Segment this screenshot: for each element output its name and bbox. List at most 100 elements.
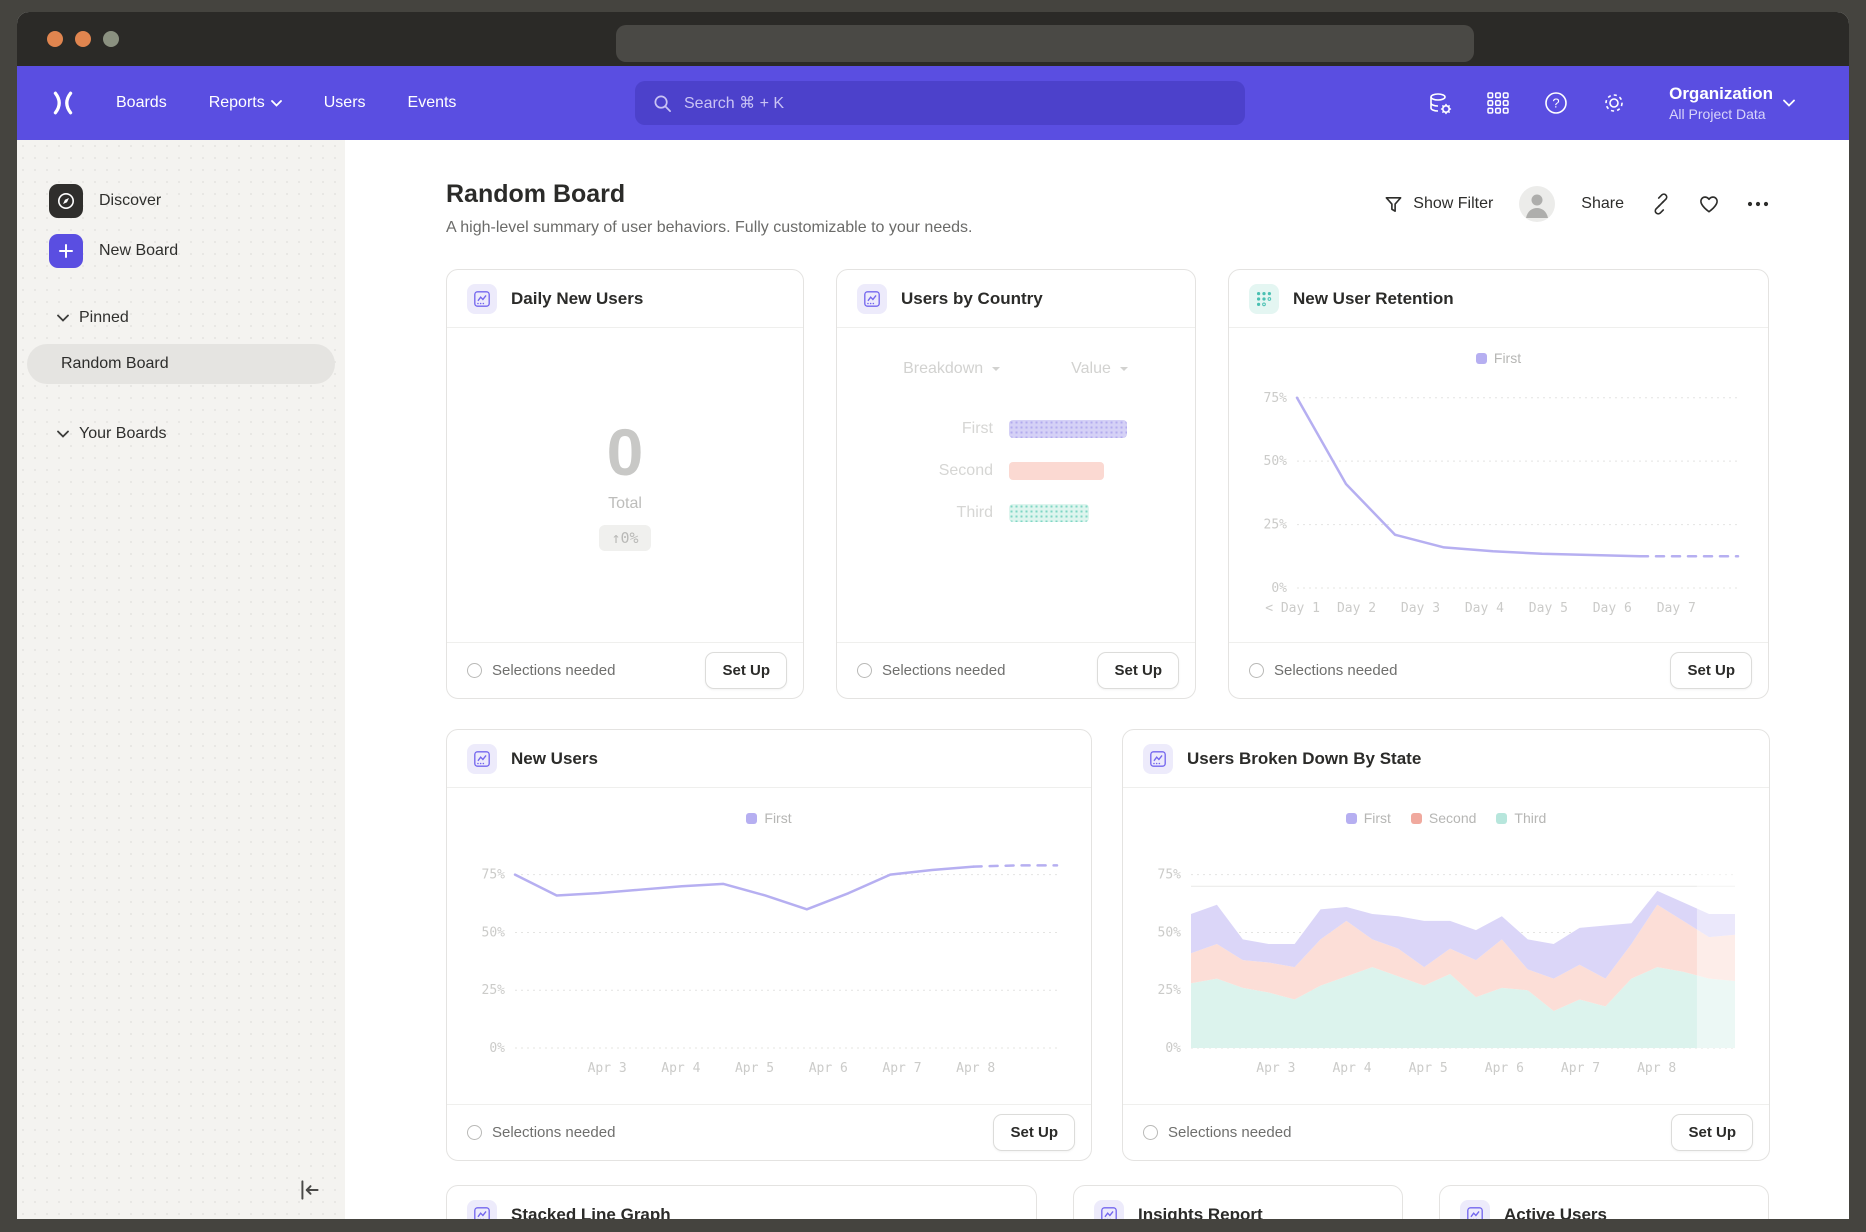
navbar-right-cluster: ? Organization All Project Data bbox=[1427, 84, 1795, 122]
status-circle-icon bbox=[1143, 1125, 1158, 1140]
bar-row: First bbox=[837, 408, 1195, 450]
card-title: Active Users bbox=[1504, 1205, 1607, 1219]
svg-text:Day 4: Day 4 bbox=[1465, 601, 1504, 616]
breakdown-dropdown[interactable]: Breakdown bbox=[903, 360, 1001, 378]
svg-text:50%: 50% bbox=[1264, 454, 1288, 469]
svg-text:Apr 4: Apr 4 bbox=[1332, 1061, 1371, 1076]
org-switcher[interactable]: Organization All Project Data bbox=[1669, 84, 1795, 122]
window-minimize-button[interactable] bbox=[75, 31, 91, 47]
svg-text:Day 5: Day 5 bbox=[1529, 601, 1568, 616]
share-button[interactable]: Share bbox=[1581, 195, 1624, 213]
cards-grid: Daily New Users 0 Total ↑0% Selections n… bbox=[446, 269, 1770, 1219]
sidebar-item-discover[interactable]: Discover bbox=[17, 184, 345, 218]
status-circle-icon bbox=[467, 663, 482, 678]
mixpanel-logo-icon[interactable] bbox=[50, 90, 76, 116]
svg-text:Apr 7: Apr 7 bbox=[882, 1061, 921, 1076]
svg-text:75%: 75% bbox=[1264, 391, 1288, 406]
set-up-button[interactable]: Set Up bbox=[993, 1114, 1075, 1151]
svg-text:Day 2: Day 2 bbox=[1337, 601, 1376, 616]
set-up-button[interactable]: Set Up bbox=[1097, 652, 1179, 689]
nav-menu: Boards Reports Users Events bbox=[116, 94, 456, 112]
svg-text:Apr 3: Apr 3 bbox=[588, 1061, 627, 1076]
board-header: Random Board A high-level summary of use… bbox=[446, 180, 1770, 237]
top-navbar: Boards Reports Users Events Search ⌘ + K bbox=[17, 66, 1849, 140]
search-icon bbox=[653, 94, 672, 113]
favorite-heart-icon[interactable] bbox=[1698, 194, 1720, 214]
svg-text:Apr 6: Apr 6 bbox=[1485, 1061, 1524, 1076]
svg-text:0%: 0% bbox=[1165, 1041, 1181, 1056]
window-zoom-button[interactable] bbox=[103, 31, 119, 47]
card-title: Users Broken Down By State bbox=[1187, 749, 1421, 769]
value-dropdown[interactable]: Value bbox=[1071, 360, 1129, 378]
svg-text:?: ? bbox=[1552, 96, 1559, 111]
nav-item-users[interactable]: Users bbox=[324, 94, 366, 112]
status-circle-icon bbox=[467, 1125, 482, 1140]
metric-value: 0 bbox=[607, 419, 644, 485]
metric-label: Total bbox=[608, 495, 642, 513]
set-up-button[interactable]: Set Up bbox=[1670, 652, 1752, 689]
main-content: Random Board A high-level summary of use… bbox=[345, 140, 1849, 1219]
org-project: All Project Data bbox=[1669, 106, 1773, 122]
avatar[interactable] bbox=[1519, 186, 1555, 222]
apps-grid-icon[interactable] bbox=[1485, 90, 1511, 116]
svg-text:Apr 5: Apr 5 bbox=[735, 1061, 774, 1076]
sidebar-section-pinned[interactable]: Pinned bbox=[17, 306, 345, 330]
new-users-line-chart: 75%50%25%0%Apr 3Apr 4Apr 5Apr 6Apr 7Apr … bbox=[463, 828, 1069, 1080]
nav-item-boards[interactable]: Boards bbox=[116, 94, 167, 112]
bar-first bbox=[1009, 420, 1127, 438]
legend-item: First bbox=[1346, 810, 1391, 826]
card-new-user-retention: New User Retention First 75%50%25%0%< Da… bbox=[1228, 269, 1769, 699]
sidebar-board-random-board[interactable]: Random Board bbox=[27, 344, 335, 384]
search-placeholder: Search ⌘ + K bbox=[684, 93, 784, 113]
placeholder-bar-chart: First Second Third bbox=[837, 408, 1195, 534]
help-icon[interactable]: ? bbox=[1543, 90, 1569, 116]
set-up-button[interactable]: Set Up bbox=[705, 652, 787, 689]
svg-text:< Day 1: < Day 1 bbox=[1265, 601, 1320, 616]
chevron-down-icon bbox=[271, 100, 282, 107]
data-management-icon[interactable] bbox=[1427, 90, 1453, 116]
plus-icon bbox=[49, 234, 83, 268]
state-stacked-area-chart: 75%50%25%0%Apr 3Apr 4Apr 5Apr 6Apr 7Apr … bbox=[1139, 828, 1747, 1080]
status-circle-icon bbox=[857, 663, 872, 678]
svg-text:50%: 50% bbox=[482, 925, 506, 940]
status-text: Selections needed bbox=[1168, 1124, 1291, 1141]
browser-address-bar[interactable] bbox=[616, 25, 1474, 62]
status-text: Selections needed bbox=[492, 1124, 615, 1141]
settings-gear-icon[interactable] bbox=[1601, 90, 1627, 116]
traffic-lights bbox=[47, 31, 119, 47]
chart-legend: First bbox=[463, 810, 1075, 826]
copy-link-icon[interactable] bbox=[1650, 193, 1672, 215]
nav-item-events[interactable]: Events bbox=[408, 94, 457, 112]
nav-item-reports[interactable]: Reports bbox=[209, 94, 282, 112]
window-close-button[interactable] bbox=[47, 31, 63, 47]
filter-funnel-icon bbox=[1384, 195, 1403, 214]
bar-second bbox=[1009, 462, 1104, 480]
svg-text:75%: 75% bbox=[1158, 868, 1182, 883]
chevron-down-icon bbox=[991, 366, 1001, 373]
show-filter-button[interactable]: Show Filter bbox=[1384, 195, 1493, 214]
page-title: Random Board bbox=[446, 180, 972, 209]
svg-text:50%: 50% bbox=[1158, 925, 1182, 940]
card-row-3: Stacked Line Graph Insights Report bbox=[446, 1185, 1770, 1219]
svg-text:25%: 25% bbox=[482, 983, 506, 998]
set-up-button[interactable]: Set Up bbox=[1671, 1114, 1753, 1151]
sidebar: Discover New Board Pinned Random Board Y… bbox=[17, 140, 345, 1219]
sidebar-section-your-boards[interactable]: Your Boards bbox=[17, 422, 345, 446]
chevron-down-icon bbox=[1783, 99, 1795, 107]
retention-line-chart: 75%50%25%0%< Day 1Day 2Day 3Day 4Day 5Da… bbox=[1245, 368, 1750, 620]
svg-text:25%: 25% bbox=[1158, 983, 1182, 998]
svg-text:Apr 8: Apr 8 bbox=[1637, 1061, 1676, 1076]
card-row-1: Daily New Users 0 Total ↑0% Selections n… bbox=[446, 269, 1770, 699]
sidebar-item-new-board[interactable]: New Board bbox=[17, 234, 345, 268]
search-input[interactable]: Search ⌘ + K bbox=[635, 81, 1245, 125]
svg-text:Apr 8: Apr 8 bbox=[956, 1061, 995, 1076]
svg-text:Day 6: Day 6 bbox=[1593, 601, 1632, 616]
more-options-icon[interactable] bbox=[1746, 200, 1770, 208]
svg-text:0%: 0% bbox=[1271, 581, 1287, 596]
card-insights-report: Insights Report bbox=[1073, 1185, 1403, 1219]
card-title: New Users bbox=[511, 749, 598, 769]
bar-row: Third bbox=[837, 492, 1195, 534]
sidebar-item-label: New Board bbox=[99, 242, 178, 260]
collapse-sidebar-icon[interactable] bbox=[297, 1177, 323, 1203]
insights-chart-icon bbox=[1143, 744, 1173, 774]
